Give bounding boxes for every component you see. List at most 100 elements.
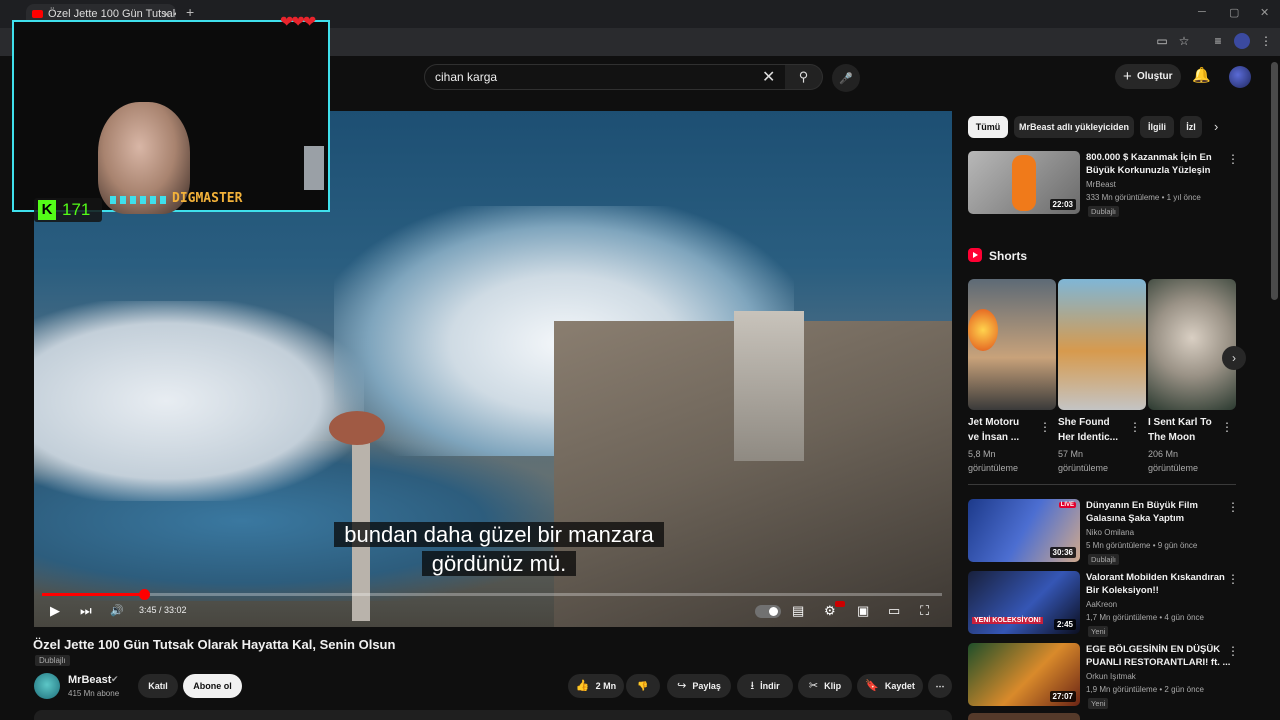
more-options-icon[interactable]: ⋮ bbox=[1227, 644, 1239, 658]
recommended-title[interactable]: Dünyanın En Büyük Film Galasına Şaka Yap… bbox=[1086, 499, 1198, 525]
autoplay-toggle[interactable] bbox=[755, 605, 781, 618]
share-button[interactable]: ↪ Paylaş bbox=[667, 674, 731, 698]
tab-title: Özel Jette 100 Gün Tutsak Olu bbox=[48, 8, 176, 20]
save-button[interactable]: 🔖 Kaydet bbox=[857, 674, 923, 698]
channel-avatar[interactable] bbox=[34, 673, 60, 699]
window-close-button[interactable]: ✕ bbox=[1260, 6, 1269, 19]
overlay-decoration bbox=[110, 196, 170, 204]
fullscreen-icon[interactable]: ⛶ bbox=[920, 603, 929, 619]
divider bbox=[968, 484, 1236, 485]
hd-badge bbox=[835, 601, 845, 607]
notifications-bell-icon[interactable]: 🔔 bbox=[1192, 66, 1211, 84]
recommended-meta: 1,9 Mn görüntüleme • 2 gün önce bbox=[1086, 685, 1204, 694]
video-thumbnail[interactable]: YENİ KOLEKSİYON! 2:45 bbox=[968, 571, 1080, 634]
download-icon: ⭳ bbox=[750, 680, 755, 692]
recommended-channel[interactable]: AaKreon bbox=[1086, 598, 1117, 611]
next-video-icon[interactable]: ⏭ bbox=[80, 603, 92, 619]
clip-button[interactable]: ✂ Klip bbox=[798, 674, 852, 698]
title-line: Dünyanın En Büyük Film bbox=[1086, 500, 1198, 511]
captions-icon[interactable]: ▤ bbox=[792, 603, 804, 619]
search-input[interactable]: cihan karga bbox=[424, 64, 786, 90]
page-scrollbar[interactable] bbox=[1271, 62, 1278, 300]
browser-profile-icon[interactable] bbox=[1234, 33, 1250, 49]
recommended-channel[interactable]: Niko Omilana bbox=[1086, 526, 1134, 539]
shorts-next-button[interactable]: › bbox=[1222, 346, 1246, 370]
save-label: Kaydet bbox=[884, 681, 915, 691]
theater-mode-icon[interactable]: ▭ bbox=[888, 603, 900, 619]
voice-search-button[interactable]: 🎤 bbox=[832, 64, 860, 92]
media-control-icon[interactable]: ≡ bbox=[1210, 33, 1226, 49]
title-line: Büyük Korkunuzla Yüzleşin bbox=[1086, 165, 1211, 176]
time-display: 3:45 / 33:02 bbox=[139, 605, 187, 615]
subscribe-button[interactable]: Abone ol bbox=[183, 674, 242, 698]
create-button[interactable]: + Oluştur bbox=[1115, 64, 1181, 89]
caption-line-1: bundan daha güzel bir manzara bbox=[334, 522, 664, 547]
chip-watched[interactable]: İzl bbox=[1180, 116, 1202, 138]
shorts-heading: Shorts bbox=[989, 249, 1028, 263]
volume-icon[interactable]: 🔊 bbox=[110, 603, 124, 619]
views-label: görüntüleme bbox=[968, 463, 1019, 473]
progress-played bbox=[42, 593, 144, 596]
duration-badge: 2:45 bbox=[1053, 619, 1076, 630]
video-thumbnail[interactable]: 27:07 bbox=[968, 643, 1080, 706]
short-thumbnail[interactable] bbox=[1148, 279, 1236, 410]
more-options-icon[interactable]: ⋮ bbox=[1227, 152, 1239, 166]
join-button[interactable]: Katıl bbox=[138, 674, 178, 698]
settings-gear-icon[interactable]: ⚙ bbox=[824, 603, 836, 619]
duration-badge: 27:07 bbox=[1049, 691, 1076, 702]
search-clear-icon[interactable]: ✕ bbox=[762, 67, 775, 87]
mic-icon: 🎤 bbox=[839, 73, 853, 85]
account-avatar[interactable] bbox=[1229, 66, 1251, 88]
short-title[interactable]: She Found Her Identic... bbox=[1058, 415, 1134, 445]
more-options-icon[interactable]: ⋮ bbox=[1039, 420, 1051, 434]
restore-button[interactable]: ▢ bbox=[1229, 6, 1239, 19]
short-thumbnail[interactable] bbox=[968, 279, 1056, 410]
more-options-icon[interactable]: ⋮ bbox=[1221, 420, 1233, 434]
bookmark-star-icon[interactable]: ☆ bbox=[1176, 33, 1192, 49]
channel-name[interactable]: MrBeast bbox=[68, 674, 111, 686]
short-thumbnail[interactable] bbox=[1058, 279, 1146, 410]
description-box[interactable] bbox=[34, 710, 952, 720]
miniplayer-icon[interactable]: ▣ bbox=[857, 603, 869, 619]
subscriber-count: 415 Mn abone bbox=[68, 689, 120, 698]
download-button[interactable]: ⭳ İndir bbox=[737, 674, 793, 698]
viewer-counter: K 171 bbox=[34, 198, 102, 222]
like-button[interactable]: 👍 2 Mn bbox=[568, 674, 624, 698]
chevron-right-icon[interactable]: › bbox=[1214, 119, 1218, 134]
short-title[interactable]: I Sent Karl To The Moon bbox=[1148, 415, 1224, 445]
caption-line-2: gördünüz mü. bbox=[421, 551, 577, 576]
chip-related[interactable]: İlgili bbox=[1140, 116, 1174, 138]
chip-from-uploader[interactable]: MrBeast adlı yükleyiciden bbox=[1014, 116, 1134, 138]
video-thumbnail[interactable] bbox=[968, 713, 1080, 720]
hearts-icon: ❤❤❤ bbox=[280, 14, 316, 31]
more-options-icon[interactable]: ⋮ bbox=[1227, 500, 1239, 514]
recommended-channel[interactable]: Orkun Işıtmak bbox=[1086, 670, 1136, 683]
title-line: Valorant Mobilden Kıskandıran bbox=[1086, 572, 1225, 583]
thumbs-down-icon: 👎 bbox=[637, 681, 649, 691]
progress-scrubber[interactable] bbox=[138, 589, 150, 600]
viewer-count: 171 bbox=[62, 200, 91, 219]
more-options-icon[interactable]: ⋮ bbox=[1129, 420, 1141, 434]
dislike-button[interactable]: 👎 bbox=[626, 674, 660, 698]
short-views: 206 Mn görüntüleme bbox=[1148, 447, 1234, 475]
more-options-icon[interactable]: ⋮ bbox=[1227, 572, 1239, 586]
video-thumbnail[interactable]: LIVE 30:36 bbox=[968, 499, 1080, 562]
video-thumbnail[interactable]: 22:03 bbox=[968, 151, 1080, 214]
chip-all[interactable]: Tümü bbox=[968, 116, 1008, 138]
search-button[interactable]: ⚲ bbox=[785, 64, 823, 90]
browser-menu-icon[interactable]: ⋮ bbox=[1258, 33, 1274, 49]
dubbed-badge: Dublajlı bbox=[1088, 206, 1120, 217]
new-tab-button[interactable]: + bbox=[186, 4, 194, 20]
recommended-title[interactable]: EGE BÖLGESİNİN EN DÜŞÜK PUANLI RESTORANT… bbox=[1086, 643, 1230, 669]
progress-bar[interactable] bbox=[42, 589, 942, 600]
minimize-button[interactable]: ─ bbox=[1198, 6, 1206, 18]
more-actions-button[interactable]: ⋯ bbox=[928, 674, 952, 698]
video-snow bbox=[34, 301, 364, 501]
dubbed-badge: Dublajlı bbox=[35, 655, 70, 666]
recommended-title[interactable]: 800.000 $ Kazanmak İçin En Büyük Korkunu… bbox=[1086, 151, 1212, 177]
cast-icon[interactable]: ▭ bbox=[1154, 33, 1170, 49]
recommended-title[interactable]: Valorant Mobilden Kıskandıran Bir Koleks… bbox=[1086, 571, 1225, 597]
short-title[interactable]: Jet Motoru ve İnsan ... bbox=[968, 415, 1044, 445]
recommended-channel[interactable]: MrBeast bbox=[1086, 178, 1116, 191]
play-icon[interactable]: ▶ bbox=[50, 603, 60, 619]
